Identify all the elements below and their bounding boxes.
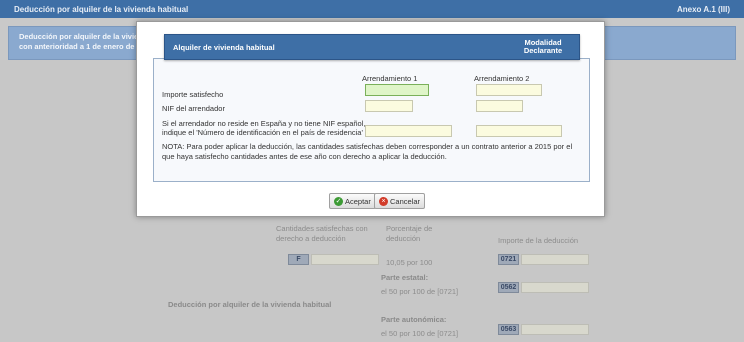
bg-code-0563: 0563 — [498, 324, 519, 335]
bg-cantidades-field[interactable] — [311, 254, 379, 265]
page-header: Deducción por alquiler de la vivienda ha… — [0, 0, 744, 18]
bg-estatal-field[interactable] — [521, 282, 589, 293]
bg-autonomica-field[interactable] — [521, 324, 589, 335]
label-nif: NIF del arrendador — [162, 104, 225, 113]
modalidad-label: Modalidad Declarante — [523, 38, 563, 55]
check-icon: ✓ — [334, 196, 343, 206]
nif-input-1[interactable] — [365, 100, 413, 112]
bg-col-importe: Importe de la deducción — [498, 236, 579, 245]
cancel-button[interactable]: × Cancelar — [374, 193, 426, 209]
nif-input-2[interactable] — [476, 100, 523, 112]
label-id-extranjero: Si el arrendador no reside en España y n… — [162, 119, 366, 137]
id-extranjero-input-2[interactable] — [476, 125, 562, 137]
bg-estatal-desc: el 50 por 100 de [0721] — [381, 287, 459, 296]
col-arrendamiento-1: Arrendamiento 1 — [362, 74, 418, 83]
dialog-title: Alquiler de vivienda habitual — [173, 42, 275, 52]
rental-dialog: Alquiler de vivienda habitual Modalidad … — [136, 21, 605, 217]
bg-col-cantidades: Cantidades satisfechas con derecho a ded… — [276, 224, 368, 243]
label-importe: Importe satisfecho — [162, 90, 224, 99]
bg-autonomica-desc: el 50 por 100 de [0721] — [381, 329, 459, 338]
page-title: Deducción por alquiler de la vivienda ha… — [14, 4, 189, 14]
col-arrendamiento-2: Arrendamiento 2 — [474, 74, 530, 83]
bg-col-porcentaje: Porcentaje de deducción — [386, 224, 433, 243]
importe-input-2[interactable] — [476, 84, 542, 96]
bg-pct: 10,05 por 100 — [386, 258, 433, 267]
bg-estatal-title: Parte estatal: — [381, 273, 429, 282]
bg-section-label: Deducción por alquiler de la vivienda ha… — [168, 300, 332, 309]
bg-importe-field[interactable] — [521, 254, 589, 265]
id-extranjero-input-1[interactable] — [365, 125, 452, 137]
dialog-header: Alquiler de vivienda habitual Modalidad … — [164, 34, 580, 60]
bg-code-0562: 0562 — [498, 282, 519, 293]
accept-button[interactable]: ✓ Aceptar — [329, 193, 376, 209]
bg-code-f: F — [288, 254, 309, 265]
bg-code-0721: 0721 — [498, 254, 519, 265]
bg-autonomica-title: Parte autonómica: — [381, 315, 447, 324]
nota-text: NOTA: Para poder aplicar la deducción, l… — [162, 142, 573, 161]
cancel-icon: × — [379, 196, 388, 206]
importe-input-1[interactable] — [365, 84, 429, 96]
annex-label: Anexo A.1 (III) — [676, 4, 730, 14]
